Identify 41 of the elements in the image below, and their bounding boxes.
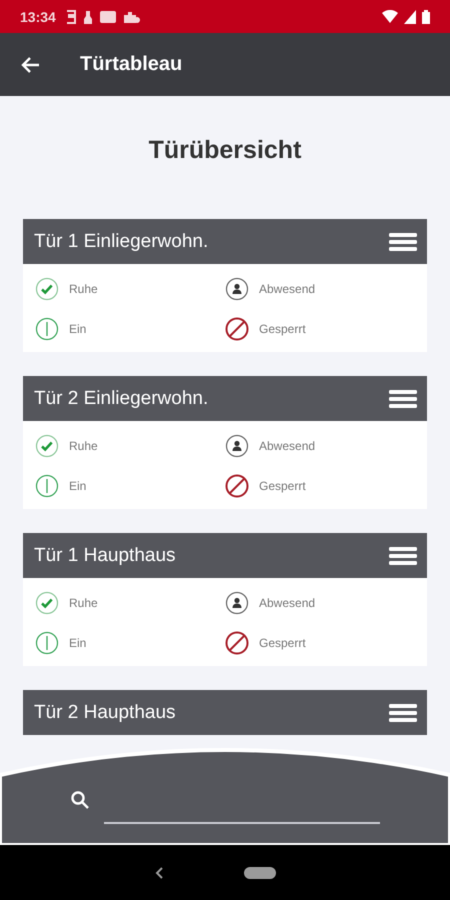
blocked-icon [225,474,249,498]
wifi-icon [382,10,398,23]
check-icon [35,277,59,301]
person-icon [225,277,249,301]
door-name: Tür 1 Haupthaus [34,544,176,566]
power-icon [35,631,59,655]
signal-icon [404,10,416,24]
battery-icon [422,10,430,24]
menu-icon[interactable] [389,232,417,252]
status-label: Ruhe [69,439,98,453]
menu-icon[interactable] [389,702,417,722]
status-time: 13:34 [20,8,56,24]
status-label: Ein [69,322,86,336]
door-name: Tür 2 Haupthaus [34,702,176,724]
home-button[interactable] [244,866,276,878]
search-icon[interactable] [70,790,90,810]
status-label: Ruhe [69,596,98,610]
door-name: Tür 2 Einliegerwohn. [34,388,208,410]
status-label: Gesperrt [259,322,306,336]
menu-icon[interactable] [389,546,417,566]
check-icon [35,434,59,458]
person-icon [225,434,249,458]
menu-icon[interactable] [389,388,417,408]
person-icon [225,591,249,615]
status-label: Ruhe [69,282,98,296]
blocked-icon [225,631,249,655]
back-icon[interactable] [154,866,164,880]
screen-title: Türtableau [80,53,182,76]
status-label: Abwesend [259,282,316,296]
power-icon [35,317,59,341]
status-label: Gesperrt [259,479,306,493]
page-heading: Türübersicht [148,136,302,165]
status-label: Ein [69,479,86,493]
status-label: Abwesend [259,439,316,453]
blocked-icon [225,317,249,341]
check-icon [35,591,59,615]
power-icon [35,474,59,498]
door-name: Tür 1 Einliegerwohn. [34,230,208,252]
status-label: Abwesend [259,596,316,610]
status-label: Gesperrt [259,636,306,650]
status-label: Ein [69,636,86,650]
